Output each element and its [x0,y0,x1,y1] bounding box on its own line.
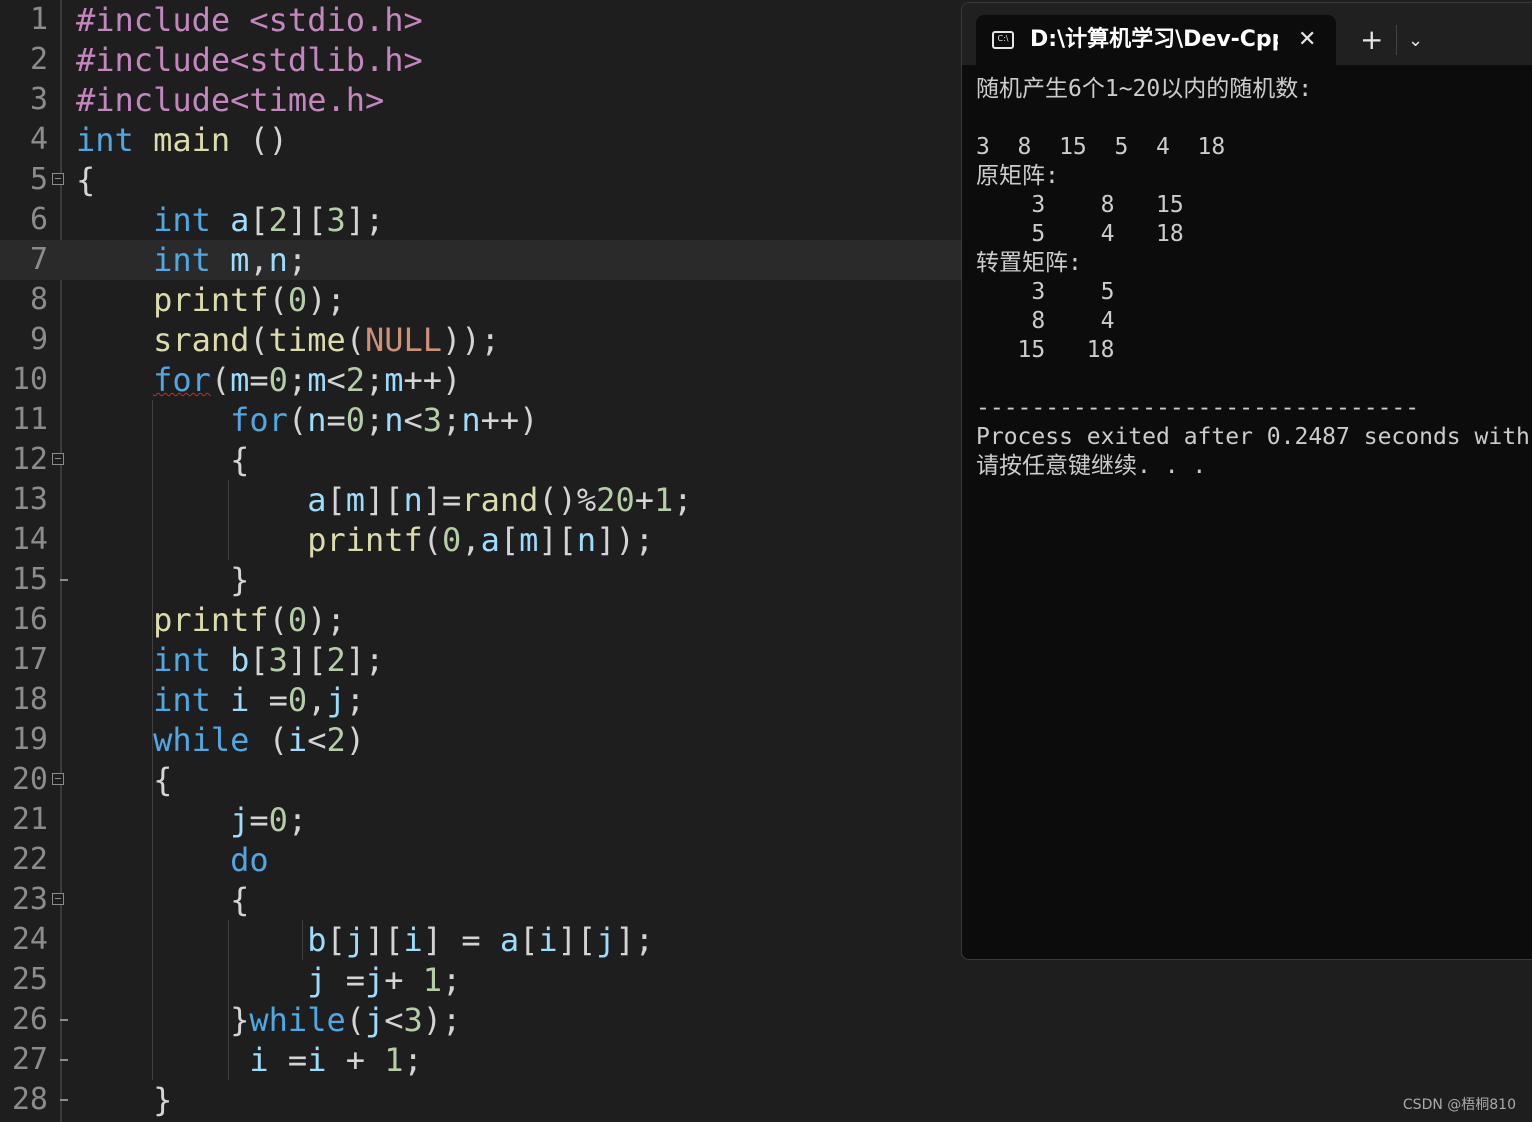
code-text: for(m=0;m<2;m++) [76,360,461,400]
code-line[interactable]: 28 } [0,1080,1532,1120]
code-line[interactable]: 25 j =j+ 1; [0,960,1532,1000]
line-number: 7 [0,240,48,280]
code-text: b[j][i] = a[i][j]; [76,920,654,960]
line-number: 27 [0,1040,48,1080]
console-line: 8 4 [976,307,1114,336]
line-number: 26 [0,1000,48,1040]
console-line: 原矩阵: [976,162,1059,191]
tab-separator [1396,25,1397,55]
terminal-tab[interactable]: C:\ D:\计算机学习\Dev-Cpp ✕ [976,15,1336,65]
code-text: int b[3][2]; [76,640,384,680]
code-text: j =j+ 1; [76,960,461,1000]
line-number: 20 [0,760,48,800]
code-text: printf(0,a[m][n]); [76,520,654,560]
line-number: 19 [0,720,48,760]
line-number: 4 [0,120,48,160]
code-text: do [76,840,269,880]
line-number: 2 [0,40,48,80]
line-number: 17 [0,640,48,680]
console-line: 5 4 18 [976,220,1184,249]
code-text: printf(0); [76,280,346,320]
line-number: 9 [0,320,48,360]
code-text: #include<stdlib.h> [76,40,423,80]
line-number: 14 [0,520,48,560]
code-text: srand(time(NULL)); [76,320,500,360]
console-line: 请按任意键继续. . . [976,452,1206,481]
code-text: #include<time.h> [76,80,384,120]
code-text: for(n=0;n<3;n++) [76,400,538,440]
line-number: 23 [0,880,48,920]
code-text: { [76,760,172,800]
tab-title: D:\计算机学习\Dev-Cpp [1030,25,1278,55]
line-number: 25 [0,960,48,1000]
line-number: 28 [0,1080,48,1120]
line-number: 5 [0,160,48,200]
chevron-down-icon[interactable]: ⌄ [1408,27,1423,55]
new-tab-button[interactable]: + [1360,25,1383,55]
code-line[interactable]: 26 }while(j<3); [0,1000,1532,1040]
fold-end-marker [60,1019,68,1021]
line-number: 6 [0,200,48,240]
line-number: 8 [0,280,48,320]
console-line: 3 5 [976,278,1114,307]
line-number: 11 [0,400,48,440]
code-text: } [76,1080,172,1120]
fold-toggle-icon[interactable] [52,893,64,905]
line-number: 16 [0,600,48,640]
console-line: Process exited after 0.2487 seconds with [976,423,1530,452]
fold-end-marker [60,579,68,581]
console-window[interactable]: C:\ D:\计算机学习\Dev-Cpp ✕ + ⌄ 随机产生6个1~20以内的… [961,2,1532,960]
code-line[interactable]: 27 i =i + 1; [0,1040,1532,1080]
line-number: 21 [0,800,48,840]
code-text: i =i + 1; [76,1040,423,1080]
line-number: 13 [0,480,48,520]
line-number: 18 [0,680,48,720]
close-icon[interactable]: ✕ [1298,25,1316,55]
fold-end-marker [60,1059,68,1061]
fold-toggle-icon[interactable] [52,773,64,785]
code-text: a[m][n]=rand()%20+1; [76,480,693,520]
code-text: int m,n; [76,240,307,280]
fold-end-marker [60,1099,68,1101]
console-icon: C:\ [992,31,1014,49]
code-text: int i =0,j; [76,680,365,720]
line-number: 1 [0,0,48,40]
console-line: 3 8 15 5 4 18 [976,133,1225,162]
fold-toggle-icon[interactable] [52,173,64,185]
code-text: printf(0); [76,600,346,640]
line-number: 22 [0,840,48,880]
fold-toggle-icon[interactable] [52,453,64,465]
console-line: 转置矩阵: [976,249,1082,278]
line-number: 15 [0,560,48,600]
line-number: 12 [0,440,48,480]
code-text: j=0; [76,800,307,840]
code-text: { [76,880,249,920]
code-text: { [76,160,95,200]
terminal-tab-bar: C:\ D:\计算机学习\Dev-Cpp ✕ + ⌄ [962,3,1532,65]
code-text: int main () [76,120,288,160]
code-text: int a[2][3]; [76,200,384,240]
code-text: { [76,440,249,480]
line-number: 10 [0,360,48,400]
code-text: }while(j<3); [76,1000,461,1040]
watermark: CSDN @梧桐810 [1403,1094,1516,1114]
console-line: 随机产生6个1~20以内的随机数: [976,75,1312,104]
code-text: } [76,560,249,600]
console-line: 3 8 15 [976,191,1184,220]
code-text: #include <stdio.h> [76,0,423,40]
console-line: 15 18 [976,336,1114,365]
console-line: -------------------------------- [976,394,1419,423]
code-text: while (i<2) [76,720,365,760]
line-number: 24 [0,920,48,960]
line-number: 3 [0,80,48,120]
